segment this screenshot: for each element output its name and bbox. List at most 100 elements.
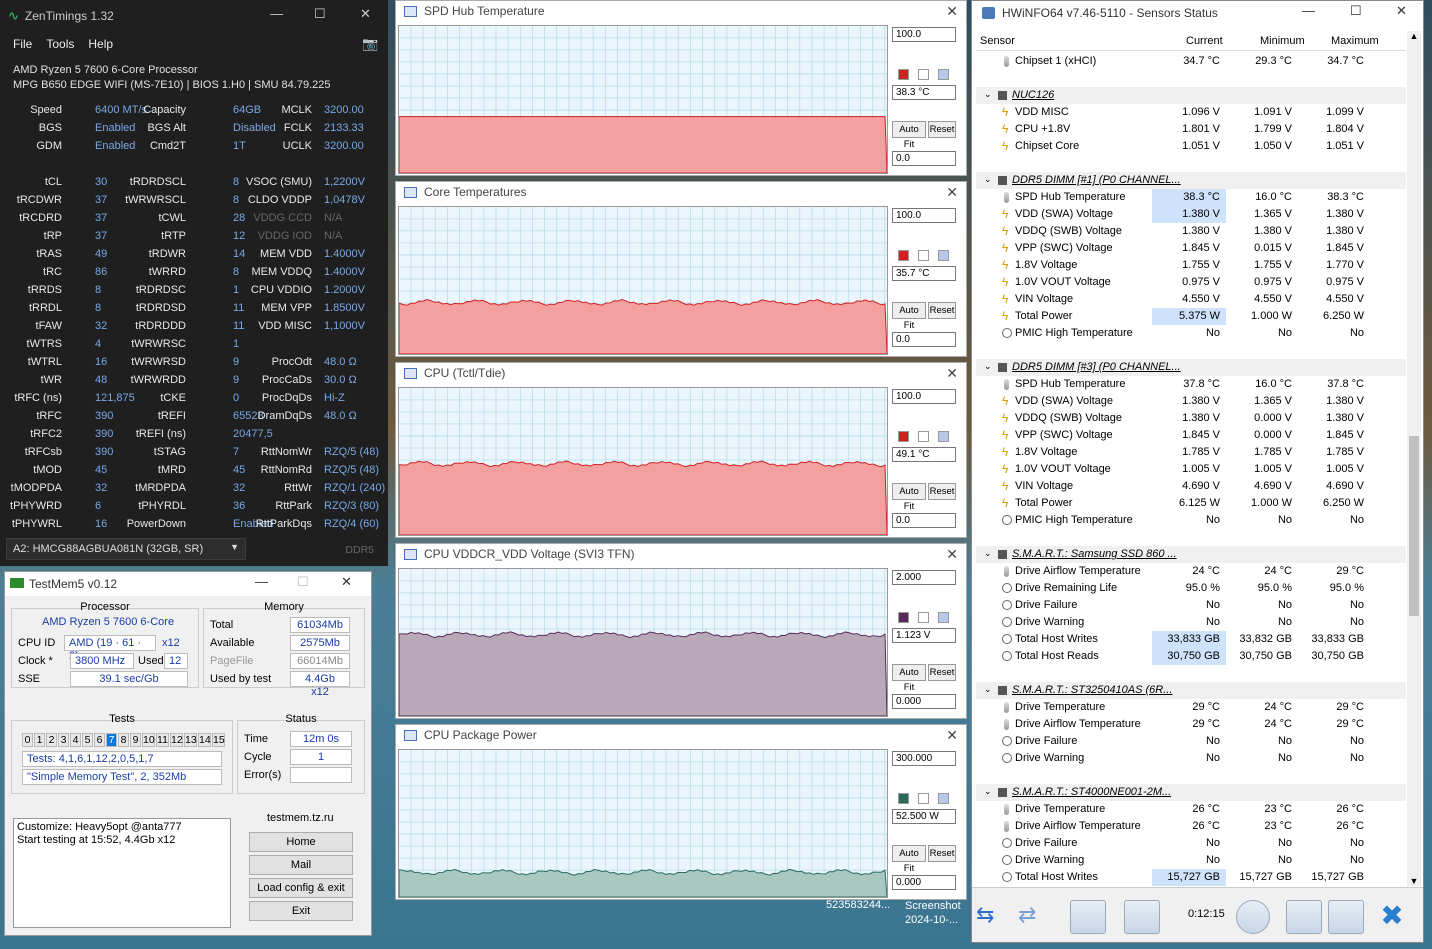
sensor-row[interactable]: PMIC High Temperature No No No (976, 325, 1406, 342)
color-swatch[interactable] (938, 793, 949, 804)
sensor-row[interactable]: Total Host Writes 15,727 GB 15,727 GB 15,72… (976, 869, 1406, 886)
sensor-group-row[interactable]: ⌄ S.M.A.R.T.: ST4000NE001-2M... (976, 784, 1406, 801)
color-swatch[interactable] (898, 69, 909, 80)
sensor-row[interactable]: ϟ VPP (SWC) Voltage 1.845 V 0.000 V 1.845 V (976, 427, 1406, 444)
auto-fit-button[interactable]: Auto Fit (892, 302, 926, 331)
sensor-row[interactable]: ϟ VDDQ (SWB) Voltage 1.380 V 1.380 V 1.380 V (976, 223, 1406, 240)
sensor-row[interactable]: SPD Hub Temperature 38.3 °C 16.0 °C 38.3 °C (976, 189, 1406, 206)
chevron-down-icon[interactable]: ⌄ (984, 174, 992, 185)
vertical-scrollbar[interactable]: ▲ ▼ (1407, 31, 1421, 886)
auto-fit-button[interactable]: Auto Fit (892, 845, 926, 874)
chevron-down-icon[interactable]: ⌄ (984, 548, 992, 559)
reset-button[interactable]: Reset (928, 302, 956, 319)
graph-min-value[interactable]: 0.000 (892, 694, 956, 709)
sensor-row[interactable]: Drive Warning No No No (976, 614, 1406, 631)
close-icon[interactable]: ✕ (946, 544, 958, 564)
sensor-group-row[interactable]: ⌄ S.M.A.R.T.: Samsung SSD 860 ... (976, 546, 1406, 563)
load-config-exit-button[interactable]: Load config & exit (249, 878, 353, 898)
color-swatch[interactable] (898, 431, 909, 442)
graph-max-value[interactable]: 100.0 (892, 27, 956, 42)
reset-button[interactable]: Reset (928, 483, 956, 500)
minimize-button[interactable]: — (1302, 3, 1315, 18)
graph-title-bar[interactable]: CPU Package Power ✕ (396, 725, 966, 747)
close-button[interactable]: ✕ (341, 574, 352, 590)
graph-title-bar[interactable]: Core Temperatures ✕ (396, 182, 966, 204)
color-swatch[interactable] (938, 431, 949, 442)
tm-title-bar[interactable]: TestMem5 v0.12 — ☐ ✕ (5, 572, 371, 596)
monitor-icon[interactable] (1070, 900, 1106, 934)
color-swatch[interactable] (918, 793, 929, 804)
sensor-row[interactable]: Drive Temperature 29 °C 24 °C 29 °C (976, 699, 1406, 716)
reset-button[interactable]: Reset (928, 664, 956, 681)
sensor-row[interactable]: Chipset 1 (xHCI) 34.7 °C 29.3 °C 34.7 °C (976, 53, 1406, 70)
sensor-row[interactable]: ϟ VDDQ (SWB) Voltage 1.380 V 0.000 V 1.380 V (976, 410, 1406, 427)
sensor-row[interactable]: Drive Warning No No No (976, 852, 1406, 869)
scroll-up-arrow[interactable]: ▲ (1407, 31, 1421, 41)
hw-title-bar[interactable]: HWiNFO64 v7.46-5110 - Sensors Status — ☐… (972, 1, 1423, 25)
maximize-button[interactable]: ☐ (297, 574, 309, 590)
sensor-row[interactable]: PMIC High Temperature No No No (976, 512, 1406, 529)
sensor-row[interactable]: Drive Warning No No No (976, 750, 1406, 767)
sensor-row[interactable]: ϟ Total Power 5.375 W 1.000 W 6.250 W (976, 308, 1406, 325)
auto-fit-button[interactable]: Auto Fit (892, 664, 926, 693)
reset-button[interactable]: Reset (928, 121, 956, 138)
sensor-row[interactable]: ϟ 1.8V Voltage 1.785 V 1.785 V 1.785 V (976, 444, 1406, 461)
desktop-file-label[interactable]: Screenshot 2024-10-... (905, 899, 961, 927)
menu-file[interactable]: File (13, 37, 32, 51)
report-icon[interactable] (1286, 900, 1322, 934)
chevron-down-icon[interactable]: ⌄ (984, 684, 992, 695)
menu-tools[interactable]: Tools (46, 37, 74, 51)
graph-title-bar[interactable]: SPD Hub Temperature ✕ (396, 1, 966, 23)
close-button[interactable]: ✕ (360, 6, 371, 22)
graph-min-value[interactable]: 0.0 (892, 332, 956, 347)
color-swatch[interactable] (898, 793, 909, 804)
scrollbar-thumb[interactable] (1409, 436, 1419, 616)
graph-max-value[interactable]: 300.000 (892, 751, 956, 766)
scroll-down-arrow[interactable]: ▼ (1407, 876, 1421, 886)
sensor-row[interactable]: ϟ CPU +1.8V 1.801 V 1.799 V 1.804 V (976, 121, 1406, 138)
close-x-icon[interactable]: ✖ (1374, 900, 1410, 934)
clock-icon[interactable] (1236, 900, 1270, 934)
col-sensor[interactable]: Sensor (980, 35, 1015, 47)
minimize-button[interactable]: — (255, 574, 268, 589)
sensor-row[interactable]: Drive Failure No No No (976, 835, 1406, 852)
auto-fit-button[interactable]: Auto Fit (892, 483, 926, 512)
col-maximum[interactable]: Maximum (1331, 35, 1379, 47)
desktop-file-label[interactable]: 523583244... (826, 899, 890, 911)
sensor-row[interactable]: Drive Temperature 26 °C 23 °C 26 °C (976, 801, 1406, 818)
graph-min-value[interactable]: 0.0 (892, 513, 956, 528)
close-button[interactable]: ✕ (1396, 3, 1407, 19)
mail-button[interactable]: Mail (249, 855, 353, 875)
minimize-button[interactable]: — (270, 6, 283, 21)
sensor-group-row[interactable]: ⌄ DDR5 DIMM [#1] (P0 CHANNEL... (976, 172, 1406, 189)
close-icon[interactable]: ✕ (946, 363, 958, 383)
sensor-row[interactable]: ϟ 1.0V VOUT Voltage 1.005 V 1.005 V 1.005 V (976, 461, 1406, 478)
sensor-row[interactable]: Drive Failure No No No (976, 597, 1406, 614)
color-swatch[interactable] (918, 612, 929, 623)
site-link[interactable]: testmem.tz.ru (267, 812, 334, 824)
sensor-row[interactable]: ϟ 1.0V VOUT Voltage 0.975 V 0.975 V 0.975 V (976, 274, 1406, 291)
maximize-button[interactable]: ☐ (1350, 3, 1362, 19)
arrows-collapse-icon[interactable]: ⇄ (1018, 900, 1056, 934)
graph-min-value[interactable]: 0.0 (892, 151, 956, 166)
reset-button[interactable]: Reset (928, 845, 956, 862)
graph-max-value[interactable]: 100.0 (892, 389, 956, 404)
menu-help[interactable]: Help (88, 37, 113, 51)
sensor-group-row[interactable]: ⌄ NUC126 (976, 87, 1406, 104)
log-textbox[interactable]: Customize: Heavy5opt @anta777 Start test… (13, 818, 231, 928)
sensor-row[interactable]: ϟ VPP (SWC) Voltage 1.845 V 0.015 V 1.845 V (976, 240, 1406, 257)
col-current[interactable]: Current (1186, 35, 1223, 47)
sensor-row[interactable]: Drive Airflow Temperature 26 °C 23 °C 26 °C (976, 818, 1406, 835)
sensor-row[interactable]: ϟ Chipset Core 1.051 V 1.050 V 1.051 V (976, 138, 1406, 155)
auto-fit-button[interactable]: Auto Fit (892, 121, 926, 150)
graph-max-value[interactable]: 100.0 (892, 208, 956, 223)
sensor-row[interactable]: ϟ VDD MISC 1.096 V 1.091 V 1.099 V (976, 104, 1406, 121)
color-swatch[interactable] (938, 69, 949, 80)
maximize-button[interactable]: ☐ (314, 6, 326, 22)
zen-title-bar[interactable]: ∿ ZenTimings 1.32 (0, 0, 388, 32)
chevron-down-icon[interactable]: ⌄ (984, 361, 992, 372)
color-swatch[interactable] (918, 250, 929, 261)
network-icon[interactable] (1124, 900, 1160, 934)
color-swatch[interactable] (918, 431, 929, 442)
color-swatch[interactable] (938, 250, 949, 261)
